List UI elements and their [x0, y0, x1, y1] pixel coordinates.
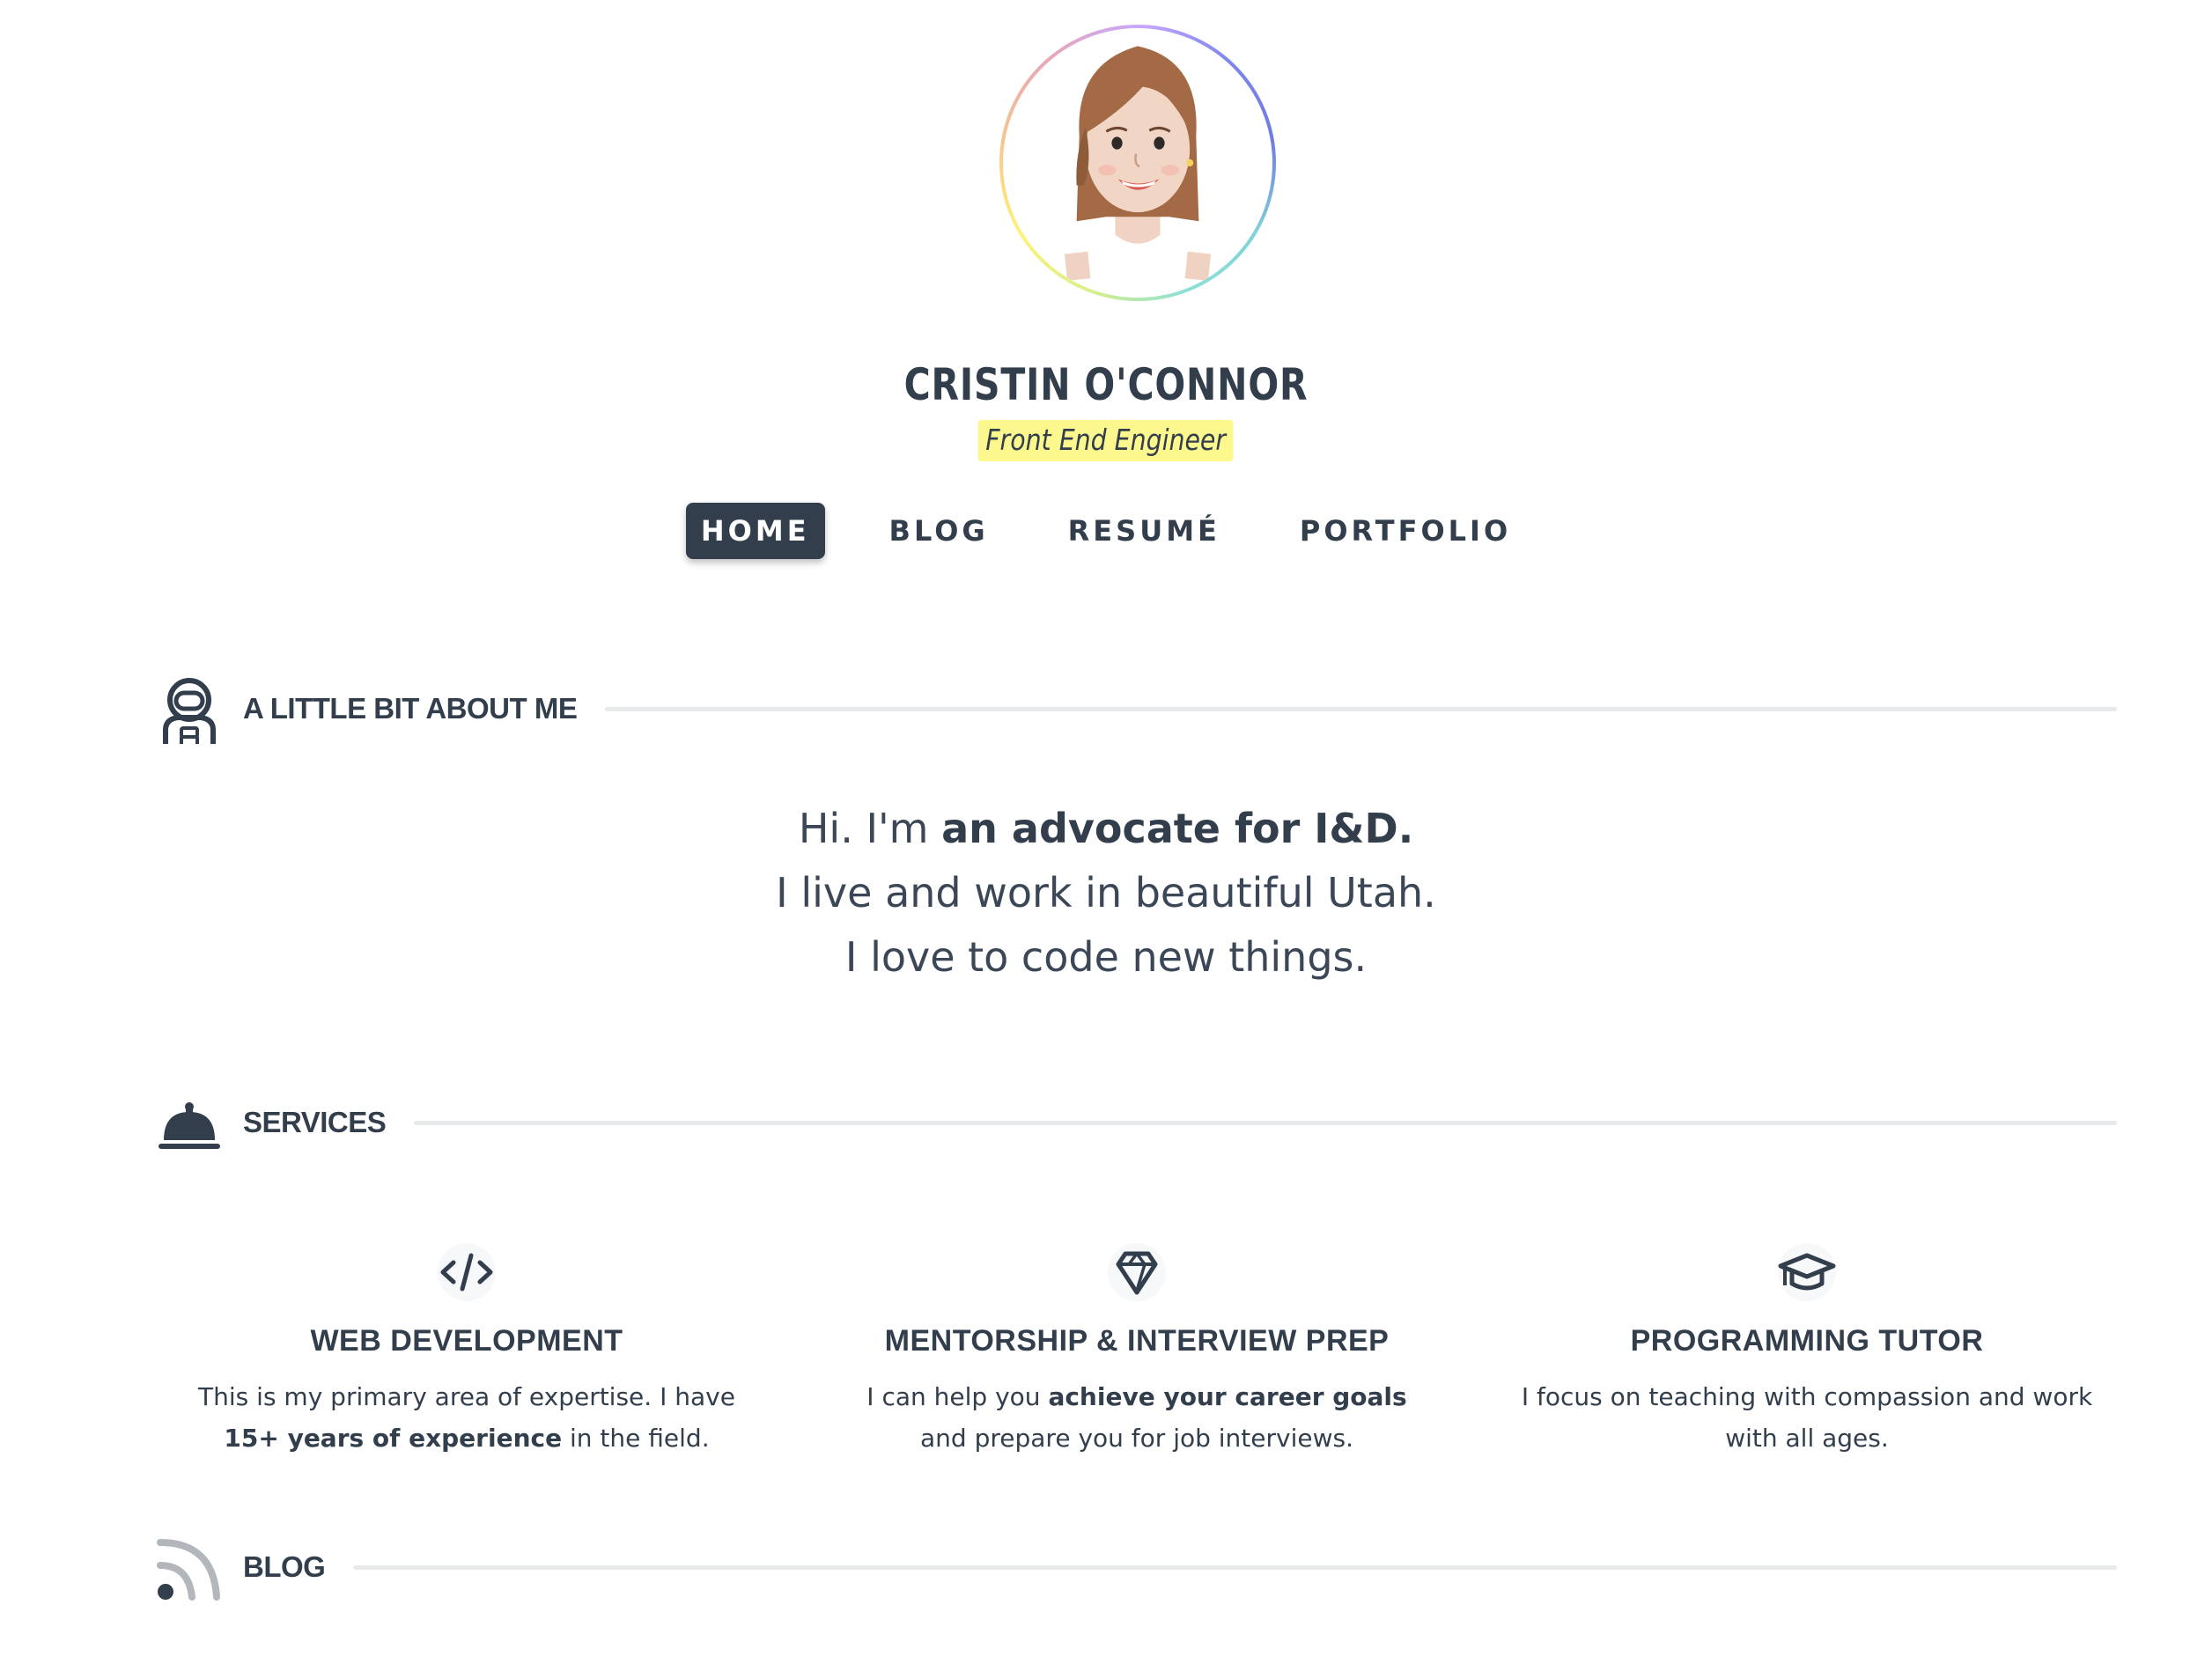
nav-blog[interactable]: BLOG	[874, 503, 1004, 559]
astronaut-icon	[163, 678, 216, 744]
about-section-header: A LITTLE BIT ABOUT ME	[157, 669, 2117, 748]
service-title: WEB DEVELOPMENT	[310, 1324, 623, 1358]
avatar	[999, 25, 1276, 301]
service-card-programming-tutor: PROGRAMMING TUTOR I focus on teaching wi…	[1499, 1241, 2115, 1459]
about-line-2: I live and work in beautiful Utah.	[776, 869, 1436, 916]
service-card-mentorship: MENTORSHIP & INTERVIEW PREP I can help y…	[829, 1241, 1445, 1459]
service-desc-bold: achieve your career goals	[1048, 1382, 1407, 1411]
services-heading: SERVICES	[243, 1106, 387, 1138]
graduation-cap-icon	[1778, 1243, 1836, 1301]
nav-home[interactable]: HOME	[685, 503, 825, 559]
service-title: MENTORSHIP & INTERVIEW PREP	[884, 1324, 1390, 1358]
service-description: This is my primary area of expertise. I …	[159, 1376, 775, 1459]
service-desc-bold: 15+ years of experience	[224, 1424, 563, 1453]
section-divider	[605, 706, 2117, 711]
service-description: I can help you achieve your career goals…	[829, 1376, 1445, 1459]
profile-role: Front End Engineer	[977, 420, 1235, 461]
section-divider	[353, 1564, 2117, 1570]
service-desc-text: in the field.	[562, 1424, 710, 1453]
about-heading: A LITTLE BIT ABOUT ME	[243, 692, 578, 725]
service-description: I focus on teaching with compassion and …	[1499, 1376, 2115, 1459]
gem-icon	[1108, 1243, 1166, 1301]
about-text: Hi. I'm an advocate for I&D. I live and …	[0, 797, 2212, 990]
avatar-illustration	[1003, 28, 1272, 298]
service-desc-text: I can help you	[866, 1382, 1049, 1411]
nav-resume[interactable]: RESUMÉ	[1053, 503, 1235, 559]
concierge-bell-icon	[159, 1102, 220, 1149]
service-title: PROGRAMMING TUTOR	[1630, 1324, 1984, 1358]
main-nav: HOME BLOG RESUMÉ PORTFOLIO	[0, 503, 2212, 559]
blog-heading: BLOG	[243, 1550, 326, 1583]
code-icon	[438, 1243, 496, 1301]
service-card-web-development: WEB DEVELOPMENT This is my primary area …	[159, 1241, 775, 1459]
nav-portfolio[interactable]: PORTFOLIO	[1285, 503, 1526, 559]
blog-section-header: BLOG	[157, 1527, 2117, 1607]
profile-name: CRISTIN O'CONNOR	[903, 359, 1309, 410]
about-line-3: I love to code new things.	[844, 933, 1368, 981]
about-line-1: Hi. I'm an advocate for I&D.	[0, 797, 2212, 861]
service-desc-text: and prepare you for job interviews.	[920, 1424, 1353, 1453]
page: CRISTIN O'CONNOR Front End Engineer HOME…	[0, 0, 2212, 1671]
about-line-1-bold: an advocate for I&D.	[941, 805, 1414, 852]
service-desc-text: This is my primary area of expertise. I …	[198, 1382, 735, 1411]
rss-icon	[157, 1539, 220, 1601]
profile-role-row: Front End Engineer	[0, 420, 2212, 461]
service-desc-text: I focus on teaching with compassion and …	[1521, 1382, 2093, 1453]
about-line-1-prefix: Hi. I'm	[798, 805, 942, 852]
services-section-header: SERVICES	[157, 1083, 2117, 1162]
section-divider	[414, 1120, 2117, 1125]
